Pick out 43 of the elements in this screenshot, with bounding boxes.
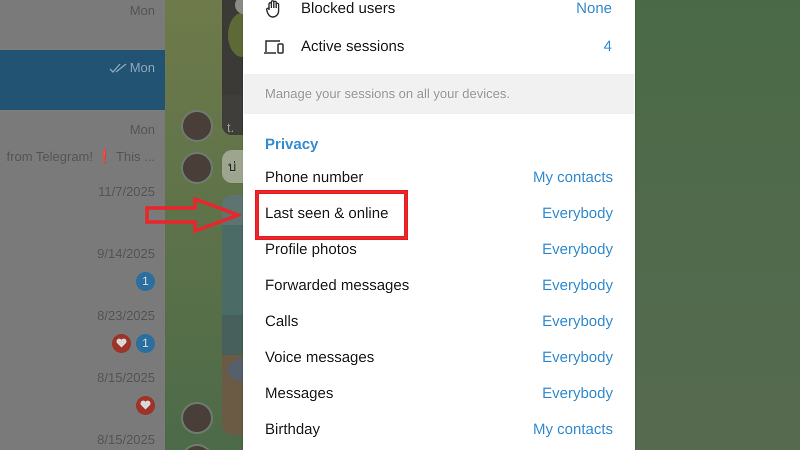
section-note: Manage your sessions on all your devices. xyxy=(265,85,510,104)
heart-reaction-icon xyxy=(136,396,155,414)
settings-row[interactable]: Voice messages Everybody xyxy=(243,340,635,376)
row-value: 4 xyxy=(604,36,612,57)
settings-row[interactable]: Blocked users None xyxy=(243,0,635,28)
row-label: Calls xyxy=(265,312,298,332)
avatar xyxy=(181,152,213,184)
devices-icon xyxy=(263,39,285,55)
row-value: My contacts xyxy=(532,168,613,188)
row-value: Everybody xyxy=(542,384,613,404)
settings-row[interactable]: Forwarded messages Everybody xyxy=(243,268,635,304)
row-value: Everybody xyxy=(542,348,613,368)
settings-row[interactable]: Active sessions 4 xyxy=(243,28,635,66)
row-label: Last seen & online xyxy=(265,204,388,224)
row-value: My contacts xyxy=(532,420,613,440)
row-label: Birthday xyxy=(265,420,320,440)
row-label: Phone number xyxy=(265,168,364,188)
row-value: Everybody xyxy=(542,204,613,224)
unread-count-badge: 1 xyxy=(136,272,155,290)
row-label: Voice messages xyxy=(265,348,374,368)
settings-row[interactable]: Phone number My contacts xyxy=(243,160,635,196)
row-label: Profile photos xyxy=(265,240,357,260)
row-label: Blocked users xyxy=(301,0,396,19)
settings-row[interactable]: Profile photos Everybody xyxy=(243,232,635,268)
settings-row[interactable]: Last seen & online Everybody xyxy=(243,196,635,232)
message-bubble: บ่ xyxy=(222,150,243,183)
row-label: Messages xyxy=(265,384,334,404)
row-value: Everybody xyxy=(542,276,613,296)
settings-row[interactable]: Birthday My contacts xyxy=(243,412,635,448)
settings-row[interactable]: Calls Everybody xyxy=(243,304,635,340)
row-value: Everybody xyxy=(542,240,613,260)
avatar xyxy=(181,402,213,434)
heart-reaction-icon xyxy=(112,334,131,352)
section-header: Privacy xyxy=(264,135,320,155)
avatar xyxy=(181,110,213,142)
row-label: Forwarded messages xyxy=(265,276,410,296)
chat-time: Mon xyxy=(130,59,155,77)
link-caption: t. xyxy=(227,119,234,137)
row-value: Everybody xyxy=(542,312,613,332)
unread-count-badge: 1 xyxy=(136,334,155,352)
row-value: None xyxy=(576,0,612,19)
row-label: Active sessions xyxy=(301,36,406,57)
settings-row[interactable]: Messages Everybody xyxy=(243,376,635,412)
